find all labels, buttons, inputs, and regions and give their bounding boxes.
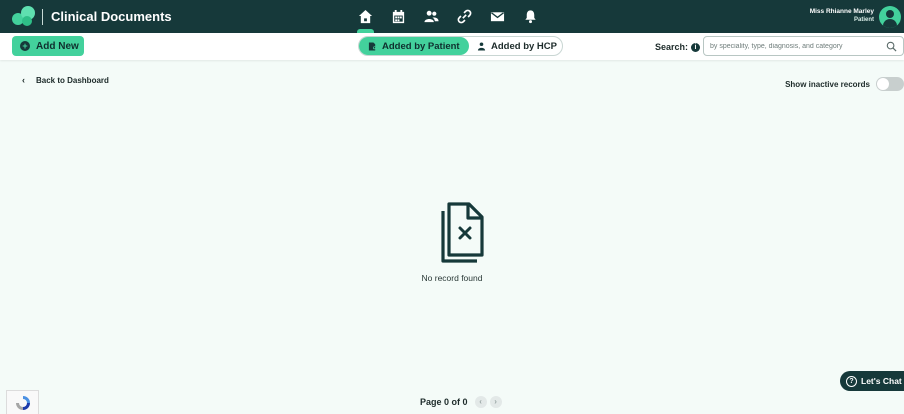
top-nav — [349, 0, 547, 33]
back-to-dashboard-link[interactable]: ‹ Back to Dashboard — [22, 75, 109, 85]
tab-added-by-patient[interactable]: Added by Patient — [359, 37, 469, 55]
add-new-button[interactable]: + Add New — [12, 36, 84, 56]
prev-page-icon[interactable]: ‹ — [474, 396, 487, 408]
plus-icon: + — [20, 41, 30, 51]
patient-document-icon — [368, 41, 376, 51]
toolbar: + Add New Added by Patient Added by HCP … — [0, 33, 904, 60]
doctor-icon — [477, 41, 486, 51]
inactive-records-control: Show inactive records — [785, 77, 904, 91]
user-role: Patient — [853, 17, 874, 23]
back-label: Back to Dashboard — [36, 75, 109, 85]
lets-chat-button[interactable]: ? Let's Chat — [840, 371, 904, 391]
app-title: Clinical Documents — [51, 9, 172, 24]
chevron-left-icon: ‹ — [22, 75, 25, 85]
users-icon[interactable] — [415, 0, 448, 33]
calendar-icon[interactable] — [382, 0, 415, 33]
user-name: Miss Rhianne Marley — [809, 8, 874, 15]
inactive-records-toggle[interactable] — [876, 77, 904, 91]
tab-added-by-hcp-label: Added by HCP — [491, 40, 557, 52]
empty-state-message: No record found — [421, 273, 483, 283]
lets-chat-label: Let's Chat — [861, 376, 902, 386]
pagination: Page 0 of 0 ‹ › — [420, 396, 502, 408]
home-icon[interactable] — [349, 0, 382, 33]
document-x-icon — [441, 202, 484, 263]
search-icon[interactable] — [886, 41, 897, 52]
top-bar: Clinical Documents Miss Rhianne Marley P… — [0, 0, 904, 33]
source-tabs: Added by Patient Added by HCP — [358, 36, 563, 56]
recaptcha-badge[interactable] — [6, 390, 39, 414]
inactive-records-label: Show inactive records — [785, 79, 870, 89]
tab-added-by-hcp[interactable]: Added by HCP — [469, 37, 557, 55]
add-new-label: Add New — [36, 40, 79, 52]
app-logo[interactable] — [12, 5, 36, 27]
search-box — [703, 36, 904, 56]
search-input[interactable] — [710, 40, 880, 53]
title-divider — [42, 9, 43, 25]
mail-icon[interactable] — [481, 0, 514, 33]
help-icon: ? — [846, 375, 857, 387]
tab-added-by-patient-label: Added by Patient — [382, 40, 460, 52]
page-indicator: Page 0 of 0 — [420, 397, 468, 407]
bell-icon[interactable] — [514, 0, 547, 33]
search-label: Search: i — [655, 42, 701, 52]
recaptcha-icon — [15, 395, 30, 410]
user-info[interactable]: Miss Rhianne Marley Patient — [810, 8, 874, 23]
info-icon[interactable]: i — [691, 42, 701, 52]
avatar[interactable] — [879, 6, 901, 28]
link-icon[interactable] — [448, 0, 481, 33]
next-page-icon[interactable]: › — [489, 396, 502, 408]
